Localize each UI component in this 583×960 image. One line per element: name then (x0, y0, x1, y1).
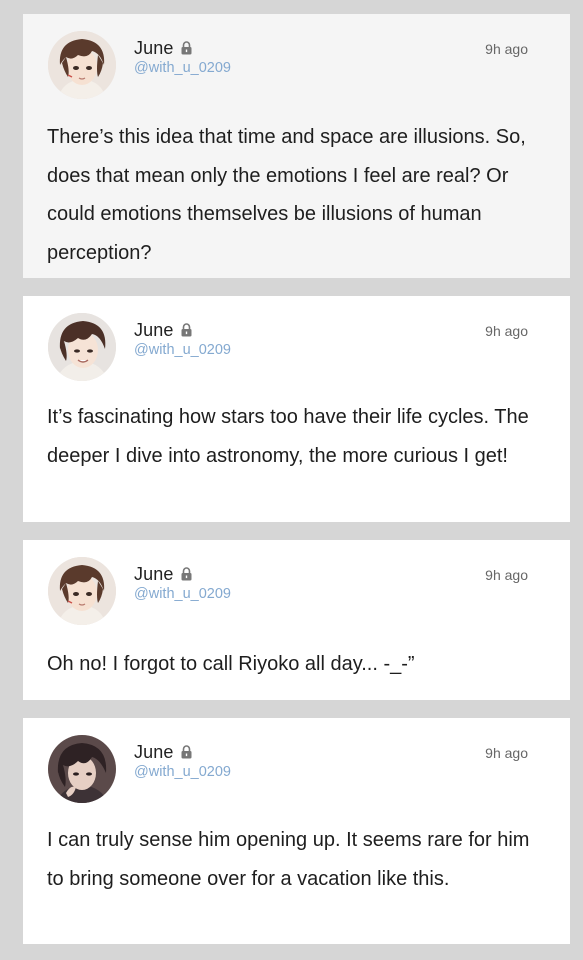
character-portrait-icon (48, 31, 116, 99)
avatar[interactable] (48, 313, 116, 381)
avatar[interactable] (48, 735, 116, 803)
character-portrait-icon (48, 557, 116, 625)
avatar[interactable] (48, 557, 116, 625)
author-row: June (134, 37, 192, 59)
post-card[interactable]: June @with_u_0209 9h ago There’s this id… (23, 14, 570, 278)
author-name[interactable]: June (134, 564, 173, 585)
author-row: June (134, 741, 192, 763)
author-row: June (134, 563, 192, 585)
character-portrait-icon (48, 735, 116, 803)
post-timestamp: 9h ago (485, 567, 528, 583)
post-timestamp: 9h ago (485, 41, 528, 57)
post-timestamp: 9h ago (485, 323, 528, 339)
author-row: June (134, 319, 192, 341)
avatar[interactable] (48, 31, 116, 99)
post-text: Oh no! I forgot to call Riyoko all day..… (47, 653, 415, 675)
author-handle[interactable]: @with_u_0209 (134, 586, 231, 602)
author-handle[interactable]: @with_u_0209 (134, 764, 231, 780)
post-feed: June @with_u_0209 9h ago There’s this id… (0, 0, 583, 960)
lock-icon (181, 745, 192, 759)
post-card[interactable]: June @with_u_0209 9h ago I can truly sen… (23, 718, 570, 944)
author-handle[interactable]: @with_u_0209 (134, 60, 231, 76)
post-card[interactable]: June @with_u_0209 9h ago It’s fascinatin… (23, 296, 570, 522)
lock-icon (181, 567, 192, 581)
author-handle[interactable]: @with_u_0209 (134, 342, 231, 358)
post-timestamp: 9h ago (485, 745, 528, 761)
post-text: It’s fascinating how stars too have thei… (47, 406, 529, 467)
post-text: I can truly sense him opening up. It see… (47, 829, 530, 890)
character-portrait-icon (48, 313, 116, 381)
author-name[interactable]: June (134, 38, 173, 59)
post-card[interactable]: June @with_u_0209 9h ago Oh no! I forgot… (23, 540, 570, 700)
post-text: There’s this idea that time and space ar… (47, 126, 526, 264)
lock-icon (181, 323, 192, 337)
author-name[interactable]: June (134, 320, 173, 341)
author-name[interactable]: June (134, 742, 173, 763)
lock-icon (181, 41, 192, 55)
